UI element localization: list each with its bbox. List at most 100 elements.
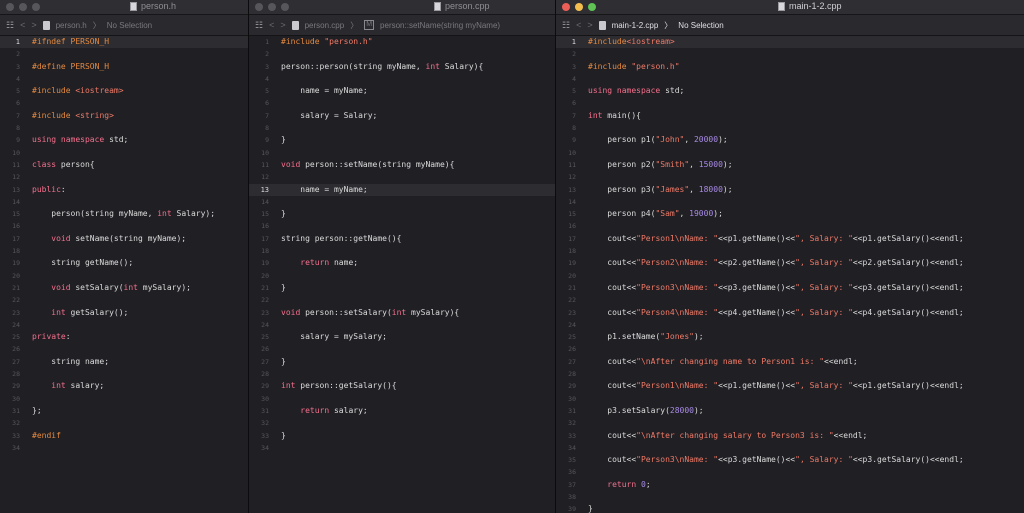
code-line[interactable]: 2 bbox=[556, 48, 1024, 60]
close-button[interactable] bbox=[6, 3, 14, 11]
code-line[interactable]: 19 cout<<"Person2\nName: "<<p2.getName()… bbox=[556, 257, 1024, 269]
code-line[interactable]: 19 string getName(); bbox=[0, 257, 248, 269]
code-line[interactable]: 10 bbox=[0, 147, 248, 159]
code-line[interactable]: 24 bbox=[0, 319, 248, 331]
code-line[interactable]: 32 bbox=[249, 417, 555, 429]
code-line[interactable]: 12 bbox=[249, 171, 555, 183]
code-line[interactable]: 5 name = myName; bbox=[249, 85, 555, 97]
code-line[interactable]: 20 bbox=[249, 270, 555, 282]
code-line[interactable]: 24 bbox=[249, 319, 555, 331]
code-line[interactable]: 1 #include<iostream> bbox=[556, 36, 1024, 49]
breadcrumb-selection[interactable]: person::setName(string myName) bbox=[380, 21, 500, 30]
code-line[interactable]: 4 bbox=[249, 73, 555, 85]
code-line[interactable]: 31}; bbox=[0, 405, 248, 417]
code-line[interactable]: 27 string name; bbox=[0, 356, 248, 368]
code-line[interactable]: 26 bbox=[249, 343, 555, 355]
breadcrumb-file[interactable]: person.cpp bbox=[305, 21, 345, 30]
code-line[interactable]: 22 bbox=[249, 294, 555, 306]
code-line[interactable]: 18 bbox=[556, 245, 1024, 257]
code-line[interactable]: 13 name = myName; bbox=[249, 183, 555, 196]
code-line[interactable]: 9 using namespace std; bbox=[0, 134, 248, 146]
code-line[interactable]: 27} bbox=[249, 356, 555, 368]
code-line[interactable]: 30 bbox=[249, 393, 555, 405]
code-line[interactable]: 21} bbox=[249, 282, 555, 294]
code-line[interactable]: 35 cout<<"Person3\nName: "<<p3.getName()… bbox=[556, 454, 1024, 466]
code-line[interactable]: 33 cout<<"\nAfter changing salary to Per… bbox=[556, 430, 1024, 442]
code-line[interactable]: 29 int salary; bbox=[0, 380, 248, 392]
code-line[interactable]: 32 bbox=[556, 417, 1024, 429]
breadcrumb-selection[interactable]: No Selection bbox=[678, 21, 723, 30]
code-line[interactable]: 10 bbox=[556, 147, 1024, 159]
code-editor[interactable]: 1 #include<iostream> 2 3 #include "person.h"… bbox=[556, 36, 1024, 513]
code-line[interactable]: 6 bbox=[556, 97, 1024, 109]
code-line[interactable]: 11 void person::setName(string myName){ bbox=[249, 159, 555, 171]
code-line[interactable]: 8 bbox=[249, 122, 555, 134]
code-line[interactable]: 16 bbox=[0, 220, 248, 232]
code-line[interactable]: 31 return salary; bbox=[249, 405, 555, 417]
code-line[interactable]: 38 bbox=[556, 491, 1024, 503]
code-line[interactable]: 29 cout<<"Person1\nName: "<<p1.getName()… bbox=[556, 380, 1024, 392]
code-line[interactable]: 12 bbox=[556, 171, 1024, 183]
zoom-button[interactable] bbox=[588, 3, 596, 11]
code-line[interactable]: 13 public: bbox=[0, 184, 248, 196]
code-editor[interactable]: 1 #ifndef PERSON_H 2 3 #define PERSON_H 4 5 #in… bbox=[0, 36, 248, 513]
code-line[interactable]: 13 person p3("James", 18000); bbox=[556, 184, 1024, 196]
related-items-icon[interactable]: ☷ bbox=[6, 20, 14, 31]
code-line[interactable]: 17 void setName(string myName); bbox=[0, 233, 248, 245]
code-line[interactable]: 22 bbox=[0, 294, 248, 306]
code-line[interactable]: 9 person p1("John", 20000); bbox=[556, 134, 1024, 146]
code-line[interactable]: 7 int main(){ bbox=[556, 110, 1024, 122]
code-line[interactable]: 14 bbox=[249, 196, 555, 208]
code-line[interactable]: 24 bbox=[556, 319, 1024, 331]
breadcrumb-file[interactable]: person.h bbox=[56, 21, 87, 30]
code-line[interactable]: 15} bbox=[249, 208, 555, 220]
zoom-button[interactable] bbox=[32, 3, 40, 11]
code-line[interactable]: 30 bbox=[556, 393, 1024, 405]
code-line[interactable]: 21 void setSalary(int mySalary); bbox=[0, 282, 248, 294]
code-line[interactable]: 5 using namespace std; bbox=[556, 85, 1024, 97]
back-button[interactable]: < bbox=[269, 20, 274, 30]
code-line[interactable]: 10 bbox=[249, 147, 555, 159]
code-line[interactable]: 14 bbox=[556, 196, 1024, 208]
code-line[interactable]: 28 bbox=[249, 368, 555, 380]
code-line[interactable]: 27 cout<<"\nAfter changing name to Perso… bbox=[556, 356, 1024, 368]
back-button[interactable]: < bbox=[20, 20, 25, 30]
related-items-icon[interactable]: ☷ bbox=[255, 20, 263, 31]
code-line[interactable]: 3 person::person(string myName, int Salar… bbox=[249, 61, 555, 73]
code-editor[interactable]: 1 #include "person.h" 2 3 person::person(str… bbox=[249, 36, 555, 513]
code-line[interactable]: 25 p1.setName("Jones"); bbox=[556, 331, 1024, 343]
forward-button[interactable]: > bbox=[31, 20, 36, 30]
code-line[interactable]: 21 cout<<"Person3\nName: "<<p3.getName()… bbox=[556, 282, 1024, 294]
code-line[interactable]: 33} bbox=[249, 430, 555, 442]
code-line[interactable]: 1 #include "person.h" bbox=[249, 36, 555, 48]
code-line[interactable]: 25 private: bbox=[0, 331, 248, 343]
code-line[interactable]: 39} bbox=[556, 503, 1024, 513]
code-line[interactable]: 34 bbox=[0, 442, 248, 454]
code-line[interactable]: 7 #include <string> bbox=[0, 110, 248, 122]
related-items-icon[interactable]: ☷ bbox=[562, 20, 570, 31]
code-line[interactable]: 18 bbox=[249, 245, 555, 257]
code-line[interactable]: 3 #define PERSON_H bbox=[0, 61, 248, 73]
code-line[interactable]: 30 bbox=[0, 393, 248, 405]
code-line[interactable]: 1 #ifndef PERSON_H bbox=[0, 36, 248, 49]
code-line[interactable]: 2 bbox=[0, 48, 248, 60]
code-line[interactable]: 32 bbox=[0, 417, 248, 429]
forward-button[interactable]: > bbox=[587, 20, 592, 30]
code-line[interactable]: 25 salary = mySalary; bbox=[249, 331, 555, 343]
code-line[interactable]: 26 bbox=[0, 343, 248, 355]
code-line[interactable]: 5 #include <iostream> bbox=[0, 85, 248, 97]
code-line[interactable]: 20 bbox=[556, 270, 1024, 282]
breadcrumb-selection[interactable]: No Selection bbox=[107, 21, 152, 30]
code-line[interactable]: 2 bbox=[249, 48, 555, 60]
code-line[interactable]: 18 bbox=[0, 245, 248, 257]
code-line[interactable]: 16 bbox=[249, 220, 555, 232]
back-button[interactable]: < bbox=[576, 20, 581, 30]
code-line[interactable]: 6 bbox=[0, 97, 248, 109]
code-line[interactable]: 22 bbox=[556, 294, 1024, 306]
minimize-button[interactable] bbox=[19, 3, 27, 11]
code-line[interactable]: 12 bbox=[0, 171, 248, 183]
code-line[interactable]: 17 string person::getName(){ bbox=[249, 233, 555, 245]
code-line[interactable]: 26 bbox=[556, 343, 1024, 355]
zoom-button[interactable] bbox=[281, 3, 289, 11]
code-line[interactable]: 20 bbox=[0, 270, 248, 282]
